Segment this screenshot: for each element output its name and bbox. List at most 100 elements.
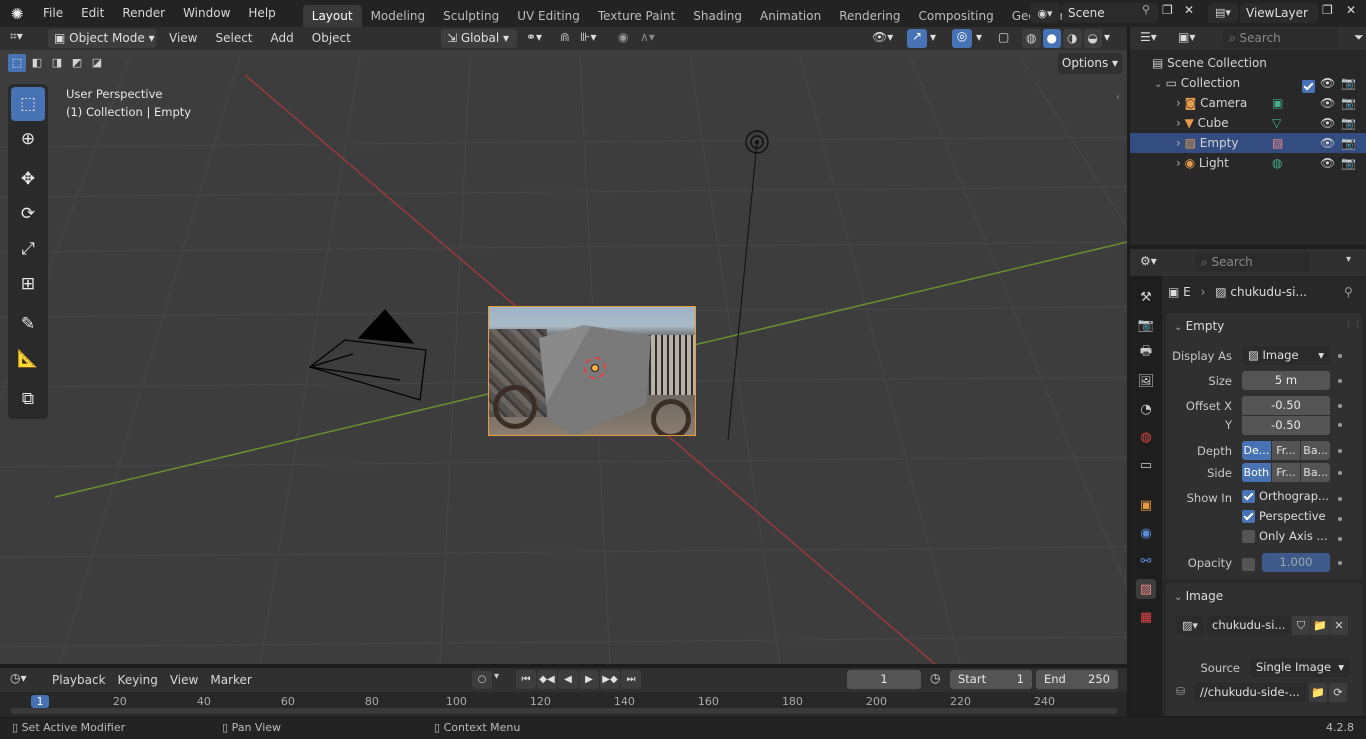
cursor-tool-icon[interactable]: ⊕ [11,122,45,156]
menu-edit[interactable]: Edit [72,0,113,27]
fake-user-shield-icon[interactable]: ⛉ [1292,616,1310,635]
filter-icon[interactable]: ⏷ [1354,30,1364,45]
checkbox[interactable] [1242,490,1255,503]
visibility-eye-icon[interactable]: 👁 [1320,153,1335,173]
expand-arrow-icon[interactable]: › [1176,116,1185,130]
display-as-dropdown[interactable]: ▨ Image ▾ [1242,346,1330,365]
keyframe-dot-icon[interactable] [1338,497,1342,501]
empty-image-object[interactable] [488,306,696,436]
tab-animation[interactable]: Animation [751,5,830,27]
texture-tab-icon[interactable]: ▦ [1136,607,1156,627]
blender-logo-icon[interactable]: ✺ [0,5,34,23]
data-tab-icon[interactable]: ▨ [1136,579,1156,599]
physics-tab-icon[interactable]: ◉ [1136,523,1156,543]
visibility-eye-icon[interactable]: 👁 [1320,93,1335,113]
gizmo-dropdown-icon[interactable]: ▾ [930,30,936,44]
view-layer-tab-icon[interactable]: 🖼 [1136,371,1156,391]
side-both-button[interactable]: Both [1242,463,1271,482]
play-icon[interactable]: ▶ [579,670,599,689]
mode-dropdown[interactable]: ▣ Object Mode ▾ [48,29,156,48]
outliner-row-cube[interactable]: › ▼ Cube ▽ 👁 📷 [1130,113,1366,133]
constraints-tab-icon[interactable]: ⚯ [1136,551,1156,571]
outliner-row-empty[interactable]: › ▨ Empty ▨ 👁 📷 [1130,133,1366,153]
output-tab-icon[interactable]: 🖶 [1136,343,1156,363]
render-camera-icon[interactable]: 📷 [1341,153,1356,173]
play-reverse-icon[interactable]: ◀ [558,670,578,689]
open-image-folder-icon[interactable]: 📁 [1311,616,1329,635]
collapse-sidebar-arrow-icon[interactable]: ‹ [1116,92,1120,103]
jump-end-icon[interactable]: ⏭ [621,670,641,689]
source-dropdown[interactable]: Single Image ▾ [1250,658,1350,677]
unlink-image-icon[interactable]: ✕ [1330,616,1348,635]
display-mode-icon[interactable]: ▣▾ [1178,30,1195,44]
checkbox[interactable] [1242,510,1255,523]
add-cube-tool-icon[interactable]: ⧉ [11,382,45,416]
expand-arrow-icon[interactable]: › [1176,156,1185,170]
empty-panel-header[interactable]: ⌄ Empty [1174,319,1224,333]
visibility-eye-icon[interactable]: 👁 [1320,133,1335,153]
expand-arrow-icon[interactable]: ⌄ [1154,79,1166,90]
image-name-field[interactable]: chukudu-si... [1206,616,1290,635]
reload-image-icon[interactable]: ⟳ [1329,683,1347,702]
panel-grip-icon[interactable]: ⋮⋮ [1344,320,1362,330]
keyframe-dot-icon[interactable] [1338,517,1342,521]
collection-tab-icon[interactable]: ▭ [1136,455,1156,475]
object-data-mesh-icon[interactable]: ▽ [1272,113,1281,133]
viewport-area[interactable]: User Perspective (1) Collection | Empty … [0,27,1127,664]
shading-rendered-icon[interactable]: ◒ [1083,29,1102,48]
pin-icon[interactable]: ⚲ [1142,3,1158,23]
outliner-search-field[interactable]: ⌕ Search [1223,29,1338,48]
show-in-option[interactable]: Only Axis ... [1242,529,1327,543]
tab-shading[interactable]: Shading [684,5,751,27]
jump-keyframe-back-icon[interactable]: ◆◀ [537,670,557,689]
render-camera-icon[interactable]: 📷 [1341,73,1356,93]
menu-file[interactable]: File [34,0,72,27]
properties-search-field[interactable]: ⌕ Search [1195,253,1310,272]
pivot-point-icon[interactable]: ⚭▾ [526,30,542,44]
timeline-scrollbar[interactable] [10,708,1118,714]
opacity-field[interactable]: 1.000 [1262,553,1330,572]
depth-back-button[interactable]: Ba... [1301,441,1331,460]
jump-start-icon[interactable]: ⏮ [516,670,536,689]
outliner-row-camera[interactable]: › ◙ Camera ▣ 👁 📷 [1130,93,1366,113]
orientation-dropdown[interactable]: ⇲ Global ▾ [441,29,517,48]
tool-tab-icon[interactable]: ⚒ [1136,287,1156,307]
snap-target-icon[interactable]: ⊪▾ [580,30,596,44]
outliner-editor-type-icon[interactable]: ☰▾ [1140,30,1157,44]
new-scene-icon[interactable]: ❐ [1162,3,1180,23]
tab-texture-paint[interactable]: Texture Paint [589,5,684,27]
opacity-checkbox[interactable] [1242,557,1255,571]
select-subtract-icon[interactable]: ◨ [48,54,66,72]
depth-default-button[interactable]: De... [1242,441,1271,460]
visibility-eye-icon[interactable]: 👁 [1320,113,1335,133]
menu-help[interactable]: Help [239,0,284,27]
properties-options-icon[interactable]: ▾ [1346,254,1351,265]
size-field[interactable]: 5 m [1242,371,1330,390]
annotate-tool-icon[interactable]: ✎ [11,307,45,341]
keyframe-dot-icon[interactable] [1338,471,1342,475]
expand-arrow-icon[interactable]: › [1176,136,1185,150]
expand-arrow-icon[interactable]: › [1176,96,1185,110]
render-camera-icon[interactable]: 📷 [1341,113,1356,133]
object-tab-icon[interactable]: ▣ [1136,495,1156,515]
select-invert-icon[interactable]: ◩ [68,54,86,72]
tab-compositing[interactable]: Compositing [909,5,1002,27]
keyframe-dot-icon[interactable] [1338,561,1342,565]
tab-rendering[interactable]: Rendering [830,5,909,27]
visibility-eye-icon[interactable]: 👁 [1320,73,1335,93]
offset-x-field[interactable]: -0.50 [1242,396,1330,415]
viewport-menu-add[interactable]: Add [262,27,303,50]
keyframe-dot-icon[interactable] [1338,449,1342,453]
show-in-option[interactable]: Perspective [1242,509,1326,523]
world-tab-icon[interactable]: ◍ [1136,427,1156,447]
select-intersect-icon[interactable]: ◪ [88,54,106,72]
transform-tool-icon[interactable]: ⊞ [11,267,45,301]
remove-viewlayer-icon[interactable]: ✕ [1346,3,1364,17]
tab-modeling[interactable]: Modeling [362,5,435,27]
select-box-tool-icon[interactable]: ⬚ [11,87,45,121]
outliner-row-light[interactable]: › ◉ Light ◍ 👁 📷 [1130,153,1366,173]
object-data-empty-image-icon[interactable]: ▨ [1272,133,1283,153]
timeline-menu-playback[interactable]: Playback [46,668,112,692]
object-data-light-icon[interactable]: ◍ [1272,153,1282,173]
viewport-menu-object[interactable]: Object [303,27,360,50]
